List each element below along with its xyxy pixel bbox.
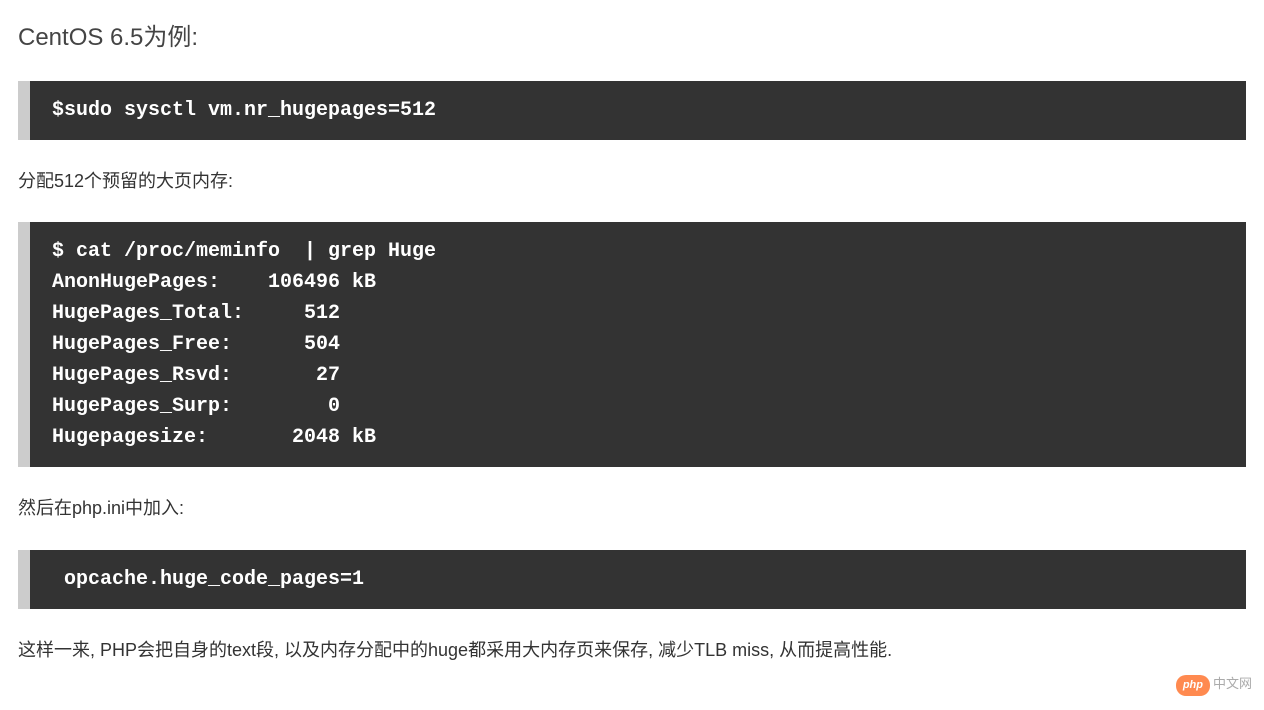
paragraph-conclusion: 这样一来, PHP会把自身的text段, 以及内存分配中的huge都采用大内存页…: [18, 635, 1246, 666]
heading: CentOS 6.5为例:: [18, 18, 1246, 59]
watermark-icon: php: [1176, 675, 1210, 696]
code-block-meminfo: $ cat /proc/meminfo | grep Huge AnonHuge…: [18, 222, 1246, 467]
code-block-sysctl: $sudo sysctl vm.nr_hugepages=512: [18, 81, 1246, 140]
paragraph-phpini: 然后在php.ini中加入:: [18, 493, 1246, 524]
watermark: php中文网: [1176, 673, 1252, 696]
code-block-opcache: opcache.huge_code_pages=1: [18, 550, 1246, 609]
watermark-text: 中文网: [1213, 676, 1252, 691]
paragraph-alloc: 分配512个预留的大页内存:: [18, 166, 1246, 197]
